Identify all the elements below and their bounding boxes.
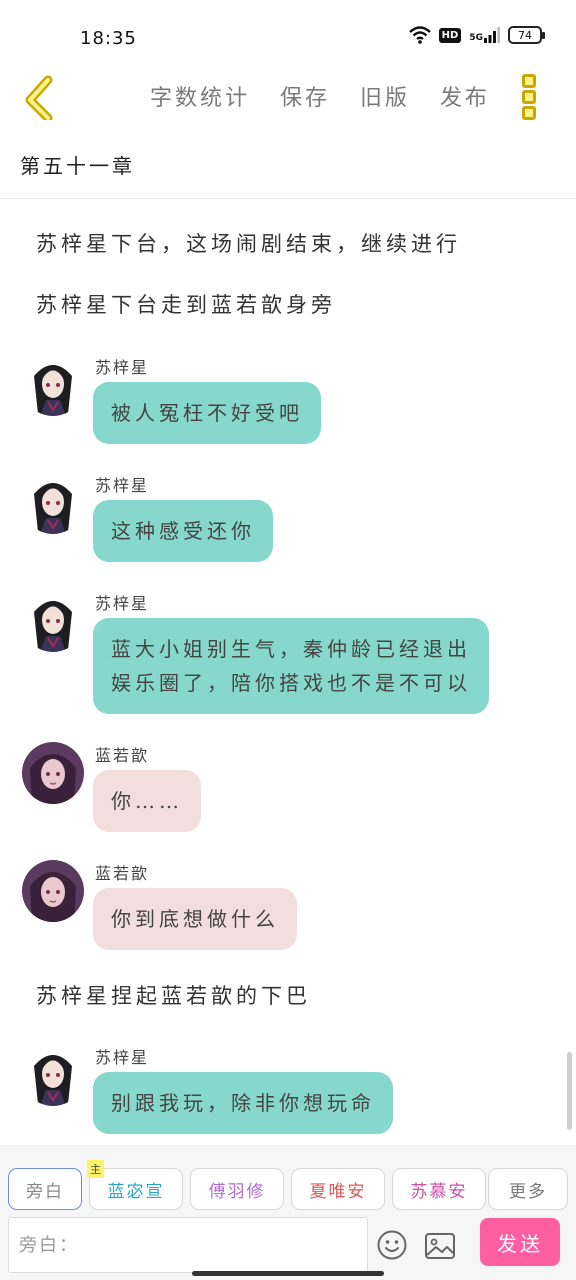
menu-dot [522,106,536,120]
battery-icon: 74 [508,26,545,44]
speaker-name: 苏梓星 [95,1048,150,1067]
menu-dot [522,74,536,88]
message-bubble[interactable]: 被人冤枉不好受吧 [93,382,321,444]
message-text: 被人冤枉不好受吧 [111,401,303,425]
editor-toolbar: 字数统计 保存 旧版 发布 [0,66,576,126]
role-label: 旁白 [26,1181,64,1202]
main-role-badge: 主 [87,1160,104,1178]
more-roles-button[interactable]: 更多 [488,1168,568,1210]
battery-level: 74 [518,28,532,42]
narration-line[interactable]: 苏梓星下台，这场闹剧结束，继续进行 [36,228,461,258]
message-bubble[interactable]: 你到底想做什么 [93,888,297,950]
avatar[interactable] [22,1044,84,1106]
narration-line[interactable]: 苏梓星下台走到蓝若歆身旁 [36,289,336,319]
image-icon [425,1233,455,1259]
message-text: 你…… [111,789,183,813]
message-input-container [8,1217,368,1273]
message-bubble[interactable]: 蓝大小姐别生气，秦仲龄已经退出 娱乐圈了，陪你搭戏也不是不可以 [93,618,489,714]
hd-badge: HD [438,27,462,43]
role-label: 傅羽修 [208,1181,266,1202]
avatar[interactable] [22,472,84,534]
message-input[interactable] [9,1218,367,1272]
toolbar-actions: 字数统计 保存 旧版 发布 [150,80,490,112]
narration-line[interactable]: 苏梓星捏起蓝若歆的下巴 [36,980,311,1010]
story-content[interactable]: 苏梓星下台，这场闹剧结束，继续进行 苏梓星下台走到蓝若歆身旁 苏梓星 被人冤枉不… [0,200,576,1145]
emoji-icon [377,1230,407,1260]
signal-icon: 5G [469,27,500,43]
status-time: 18:35 [80,28,137,49]
role-chip-su-muan[interactable]: 苏慕安 [392,1168,486,1210]
avatar[interactable] [22,590,84,652]
message-bubble[interactable]: 别跟我玩，除非你想玩命 [93,1072,393,1134]
message-text: 这种感受还你 [111,519,255,543]
chevron-left-icon [25,75,53,123]
avatar[interactable] [22,860,84,922]
old-version-button[interactable]: 旧版 [360,80,410,112]
role-chip-lan-mixuan[interactable]: 主 蓝宓宣 [87,1160,183,1210]
save-button[interactable]: 保存 [280,80,330,112]
message-text: 娱乐圈了，陪你搭戏也不是不可以 [111,671,471,695]
role-chip-narration[interactable]: 旁白 [8,1168,82,1210]
speaker-name: 苏梓星 [95,594,150,613]
image-button[interactable] [424,1231,456,1261]
speaker-name: 蓝若歆 [95,864,150,883]
back-button[interactable] [18,72,62,123]
speaker-name: 苏梓星 [95,358,150,377]
message-text: 你到底想做什么 [111,907,279,931]
emoji-button[interactable] [376,1229,408,1261]
message-text: 蓝大小姐别生气，秦仲龄已经退出 [111,637,471,661]
send-button[interactable]: 发送 [480,1218,560,1266]
role-label: 更多 [509,1181,547,1202]
more-menu-button[interactable] [522,74,538,120]
speaker-name: 蓝若歆 [95,746,150,765]
chapter-title[interactable]: 第五十一章 [20,150,135,179]
message-bubble[interactable]: 这种感受还你 [93,500,273,562]
word-count-button[interactable]: 字数统计 [150,80,250,112]
message-text: 别跟我玩，除非你想玩命 [111,1091,375,1115]
role-chip-fu-yuxiu[interactable]: 傅羽修 [190,1168,284,1210]
speaker-name: 苏梓星 [95,476,150,495]
network-label: 5G [469,33,483,43]
menu-dot [522,90,536,104]
scrollbar[interactable] [567,1052,572,1130]
wifi-icon [408,26,431,44]
composer: 旁白 主 蓝宓宣 傅羽修 夏唯安 苏慕安 更多 发送 [0,1145,576,1280]
role-label: 苏慕安 [410,1181,468,1202]
publish-button[interactable]: 发布 [440,80,490,112]
role-label: 夏唯安 [309,1181,367,1202]
avatar[interactable] [22,354,84,416]
home-indicator[interactable] [192,1271,384,1276]
status-bar: 18:35 HD 5G 74 [0,0,576,76]
message-bubble[interactable]: 你…… [93,770,201,832]
divider [0,198,576,199]
status-icons: HD 5G 74 [408,26,545,44]
role-chip-xia-weian[interactable]: 夏唯安 [291,1168,385,1210]
avatar[interactable] [22,742,84,804]
role-label: 蓝宓宣 [107,1181,165,1202]
